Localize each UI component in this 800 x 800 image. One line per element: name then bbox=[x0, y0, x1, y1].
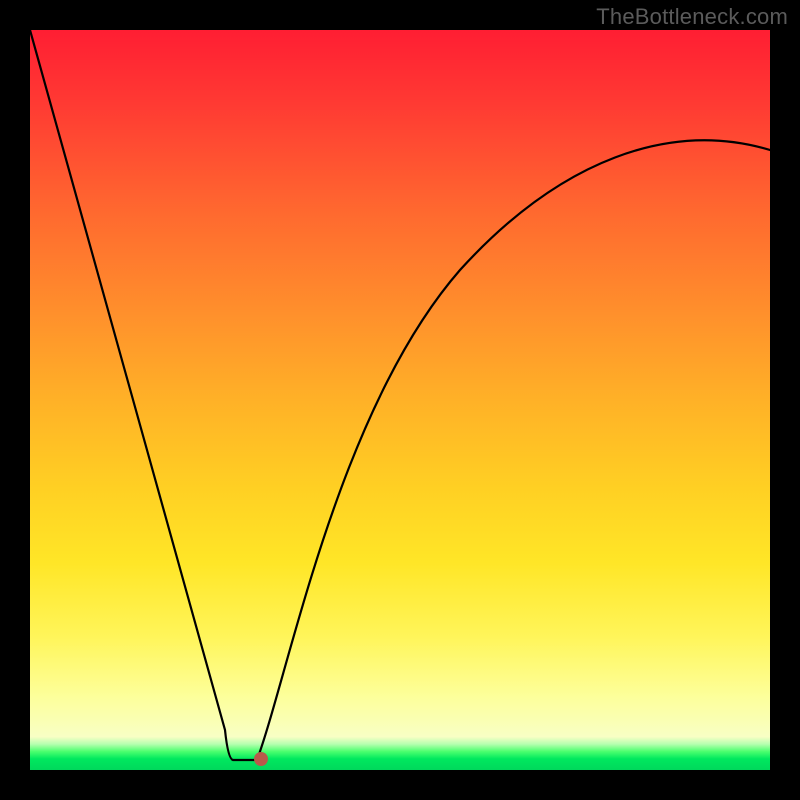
optimal-point-marker bbox=[254, 752, 268, 766]
plot-area bbox=[30, 30, 770, 770]
chart-frame: TheBottleneck.com bbox=[0, 0, 800, 800]
curve-path bbox=[30, 30, 770, 760]
watermark-text: TheBottleneck.com bbox=[596, 4, 788, 30]
bottleneck-curve bbox=[30, 30, 770, 770]
